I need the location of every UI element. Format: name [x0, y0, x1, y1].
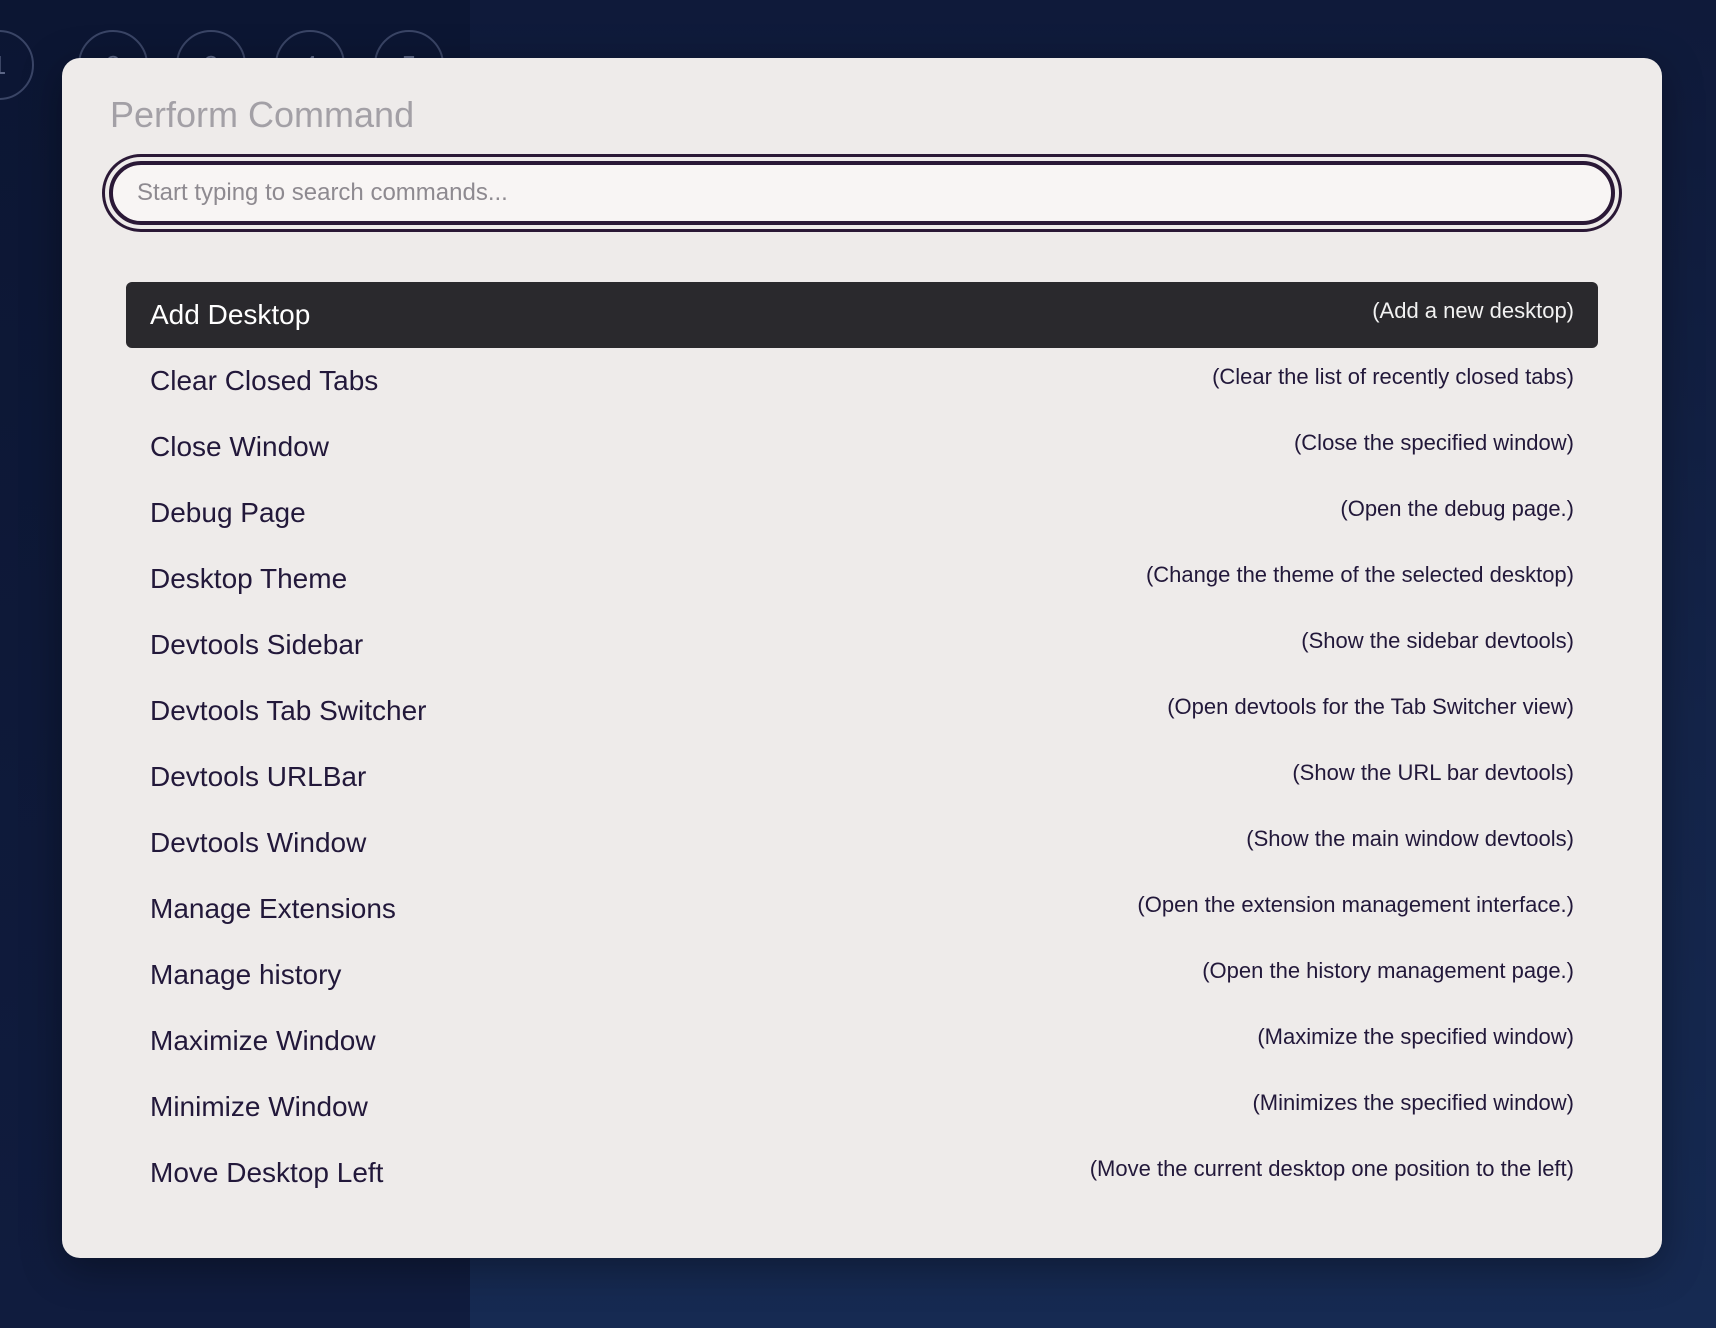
command-item[interactable]: Move Desktop Left (Move the current deskt…	[126, 1140, 1598, 1206]
command-description: (Minimizes the specified window)	[1252, 1090, 1574, 1115]
command-name: Devtools Tab Switcher	[150, 695, 427, 726]
command-item[interactable]: Debug Page (Open the debug page.)	[126, 480, 1598, 546]
command-description: (Open devtools for the Tab Switcher view…	[1167, 694, 1574, 719]
command-description: (Maximize the specified window)	[1257, 1024, 1574, 1049]
command-name: Add Desktop	[150, 299, 311, 330]
command-item[interactable]: Manage history (Open the history manageme…	[126, 942, 1598, 1008]
command-name: Manage history	[150, 959, 342, 990]
command-item[interactable]: Add Desktop (Add a new desktop)	[126, 282, 1598, 348]
command-item[interactable]: Minimize Window (Minimizes the specified …	[126, 1074, 1598, 1140]
command-list: Add Desktop (Add a new desktop) Clear Clos…	[126, 282, 1598, 1206]
command-palette-modal: Perform Command Add Desktop (Add a new de…	[62, 58, 1662, 1258]
command-description: (Show the main window devtools)	[1246, 826, 1574, 851]
command-name: Minimize Window	[150, 1091, 368, 1122]
command-description: (Show the sidebar devtools)	[1301, 628, 1574, 653]
command-description: (Show the URL bar devtools)	[1292, 760, 1574, 785]
command-item[interactable]: Devtools Sidebar (Show the sidebar devtoo…	[126, 612, 1598, 678]
command-name: Maximize Window	[150, 1025, 376, 1056]
command-item[interactable]: Devtools Tab Switcher (Open devtools for …	[126, 678, 1598, 744]
command-description: (Close the specified window)	[1293, 430, 1574, 455]
command-item[interactable]: Close Window (Close the specified window)	[126, 414, 1598, 480]
command-description: (Open the debug page.)	[1340, 496, 1574, 521]
command-item[interactable]: Devtools Window (Show the main window dev…	[126, 810, 1598, 876]
command-item[interactable]: Maximize Window (Maximize the specified w…	[126, 1008, 1598, 1074]
command-name: Close Window	[150, 431, 329, 462]
command-name: Debug Page	[150, 497, 306, 528]
command-name: Devtools URLBar	[150, 761, 367, 792]
command-name: Move Desktop Left	[150, 1157, 384, 1188]
command-name: Desktop Theme	[150, 563, 348, 594]
command-name: Devtools Sidebar	[150, 629, 364, 660]
command-description: (Open the history management page.)	[1202, 958, 1574, 983]
command-description: (Move the current desktop one position t…	[1089, 1156, 1574, 1181]
command-description: (Clear the list of recently closed tabs)	[1212, 364, 1574, 389]
command-item[interactable]: Desktop Theme (Change the theme of the se…	[126, 546, 1598, 612]
command-item[interactable]: Clear Closed Tabs (Clear the list of rece…	[126, 348, 1598, 414]
modal-title: Perform Command	[110, 94, 415, 135]
command-item[interactable]: Devtools URLBar (Show the URL bar devtool…	[126, 744, 1598, 810]
command-description: (Add a new desktop)	[1372, 298, 1574, 323]
search-focus-ring	[102, 154, 1622, 232]
command-name: Clear Closed Tabs	[150, 365, 379, 396]
command-search-input[interactable]	[109, 161, 1615, 225]
command-name: Manage Extensions	[150, 893, 396, 924]
command-description: (Change the theme of the selected deskto…	[1145, 562, 1574, 587]
command-item[interactable]: Manage Extensions (Open the extension man…	[126, 876, 1598, 942]
command-description: (Open the extension management interface…	[1137, 892, 1574, 917]
command-name: Devtools Window	[150, 827, 367, 858]
